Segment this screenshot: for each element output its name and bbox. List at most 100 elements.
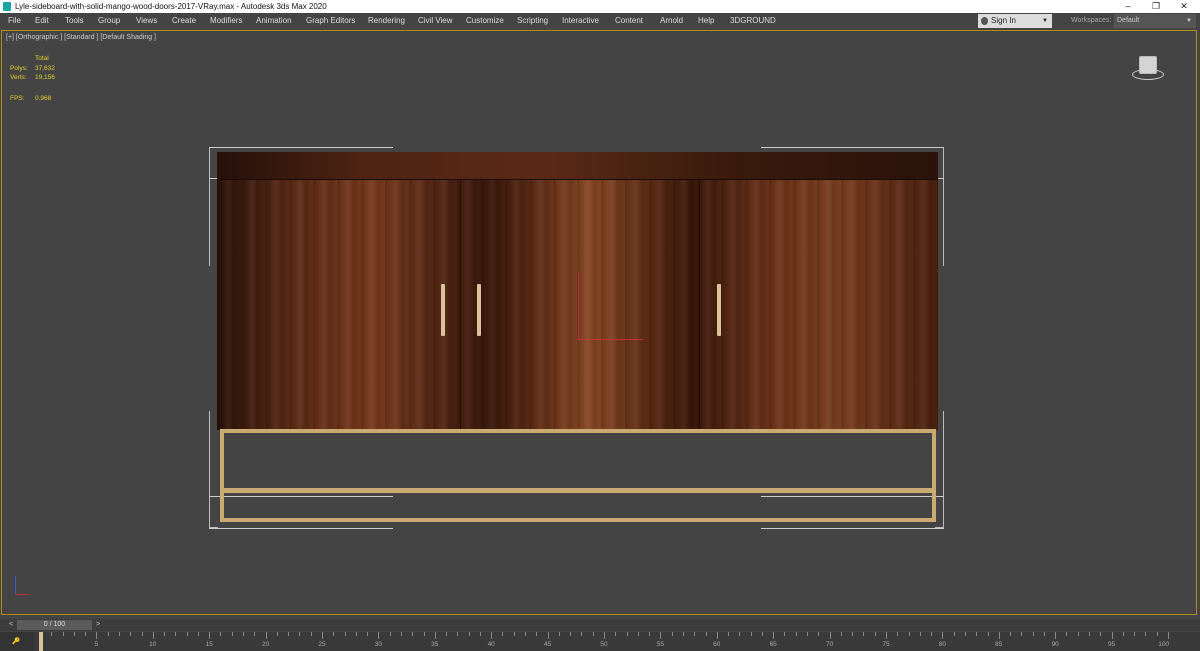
menu-customize[interactable]: Customize (466, 13, 504, 29)
ruler-tick-label: 40 (487, 641, 495, 648)
ruler-tick-label: 60 (713, 641, 721, 648)
ruler-tick-label: 75 (882, 641, 890, 648)
stats-fps-value: 0.968 (35, 95, 52, 102)
front-viewport[interactable]: [+] [Orthographic ] [Standard ] [Default… (1, 30, 1197, 615)
next-frame-button[interactable]: > (94, 620, 102, 630)
ruler-tick (852, 632, 854, 636)
ruler-tick (479, 632, 481, 636)
ruler-tick (773, 632, 775, 639)
viewcube[interactable] (1130, 53, 1164, 85)
ruler-tick-label: 10 (149, 641, 157, 648)
ruler-tick (897, 632, 899, 636)
sign-in-label: Sign In (991, 16, 1016, 25)
ruler-tick-label: 65 (769, 641, 777, 648)
workspaces-select[interactable]: Default ▼ (1114, 14, 1196, 28)
track-bar[interactable]: 🔑 5 10 15 20 25 30 35 40 45 50 55 60 65 70 75 80 85 90 95 1… (0, 632, 1200, 651)
ruler-tick (570, 632, 572, 636)
workspaces-label: Workspaces: (1071, 17, 1112, 24)
viewport-label-menu[interactable]: [+] [Orthographic ] [Standard ] [Default… (6, 34, 156, 41)
menu-group[interactable]: Group (98, 13, 120, 29)
ruler-tick (491, 632, 493, 639)
ruler-tick (434, 632, 436, 639)
restore-button[interactable]: ❐ (1142, 0, 1170, 13)
menu-file[interactable]: File (8, 13, 21, 29)
ruler-tick (62, 632, 64, 636)
ruler-tick (175, 632, 177, 636)
minimize-button[interactable]: – (1114, 0, 1142, 13)
3dsmax-app-icon (3, 2, 11, 11)
menu-arnold[interactable]: Arnold (660, 13, 683, 29)
menu-civil-view[interactable]: Civil View (418, 13, 453, 29)
ruler-tick (886, 632, 887, 639)
door-handle (477, 284, 481, 336)
ruler-tick (863, 632, 865, 636)
ruler-tick (1032, 632, 1034, 636)
previous-frame-button[interactable]: < (7, 620, 15, 630)
ruler-tick (953, 632, 955, 636)
menu-interactive[interactable]: Interactive (562, 13, 599, 29)
ruler-tick (840, 632, 842, 636)
frame-ruler[interactable]: 5 10 15 20 25 30 35 40 45 50 55 60 65 70 75 80 85 90 95 100 (40, 632, 1169, 651)
x-axis-icon (15, 594, 29, 595)
menu-rendering[interactable]: Rendering (368, 13, 405, 29)
ruler-tick (378, 632, 380, 639)
title-bar: Lyle-sideboard-with-solid-mango-wood-doo… (0, 0, 1200, 13)
ruler-tick (525, 632, 527, 636)
ruler-tick (85, 632, 87, 636)
menu-create[interactable]: Create (172, 13, 196, 29)
ruler-tick-label: 30 (374, 641, 383, 648)
menu-3dground[interactable]: 3DGROUND (730, 13, 776, 29)
viewcube-front-face[interactable] (1139, 56, 1157, 74)
ruler-tick (197, 632, 199, 636)
user-icon (981, 17, 988, 25)
ruler-tick (118, 632, 120, 636)
chevron-down-icon: ▼ (1186, 18, 1192, 24)
stats-verts-label: Verts: (10, 74, 27, 81)
menu-animation[interactable]: Animation (256, 13, 292, 29)
y-axis-icon (15, 576, 16, 594)
transform-gizmo[interactable] (578, 272, 643, 340)
ruler-tick (513, 632, 515, 636)
ruler-tick (288, 632, 290, 636)
ruler-tick (649, 632, 651, 636)
key-filters-icon[interactable]: 🔑 (0, 632, 34, 651)
ruler-tick-label: 85 (995, 641, 1003, 648)
menu-views[interactable]: Views (136, 13, 157, 29)
ruler-tick-label: 5 (94, 641, 99, 648)
menu-help[interactable]: Help (698, 13, 714, 29)
ruler-tick (502, 632, 504, 636)
menu-content[interactable]: Content (615, 13, 643, 29)
ruler-tick (344, 632, 346, 636)
ruler-tick (141, 632, 143, 636)
menu-edit[interactable]: Edit (35, 13, 49, 29)
door-seam (699, 179, 700, 430)
menu-scripting[interactable]: Scripting (517, 13, 548, 29)
ruler-tick (987, 632, 989, 636)
ruler-tick (750, 632, 752, 636)
bracket-edge (209, 147, 393, 148)
ruler-tick (468, 632, 470, 636)
ruler-tick (1134, 632, 1136, 636)
time-slider[interactable]: 0 / 100 (17, 620, 92, 630)
sign-in-dropdown[interactable]: Sign In ▼ (978, 14, 1052, 28)
workspaces-value: Default (1117, 17, 1140, 24)
ruler-tick (389, 632, 391, 636)
menu-graph-editors[interactable]: Graph Editors (306, 13, 355, 29)
ruler-tick (660, 632, 662, 639)
ruler-tick (209, 632, 211, 639)
ruler-tick (1168, 632, 1169, 639)
ruler-tick (1055, 632, 1057, 639)
ruler-tick (1021, 632, 1023, 636)
menu-tools[interactable]: Tools (65, 13, 84, 29)
ruler-tick (615, 632, 617, 636)
ruler-tick (254, 632, 256, 636)
close-button[interactable]: ✕ (1170, 0, 1198, 13)
ruler-tick (919, 632, 921, 636)
timeline-playhead[interactable] (39, 632, 43, 651)
menu-modifiers[interactable]: Modifiers (210, 13, 242, 29)
ruler-tick (976, 632, 978, 636)
ruler-tick (1145, 632, 1147, 636)
ruler-tick (784, 632, 786, 636)
ruler-tick (51, 632, 53, 636)
ruler-tick (73, 632, 75, 636)
